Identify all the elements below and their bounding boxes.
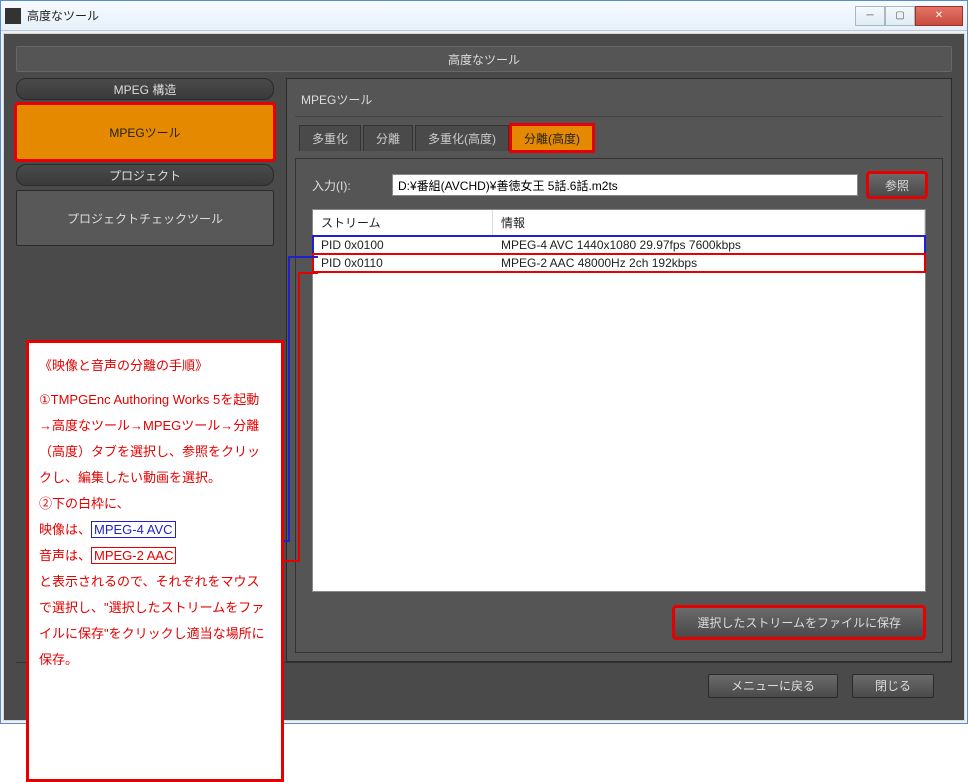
stream-row-video[interactable]: PID 0x0100 MPEG-4 AVC 1440x1080 29.97fps…: [313, 236, 925, 254]
instruction-audio-label: 音声は、: [39, 548, 91, 563]
tab-mux[interactable]: 多重化: [299, 125, 361, 151]
instruction-video-codec: MPEG-4 AVC: [91, 521, 176, 538]
close-button[interactable]: ✕: [915, 6, 963, 26]
main-panel: MPEGツール 多重化 分離 多重化(高度) 分離(高度) 入力(I): 参照: [286, 78, 952, 662]
panel-title: MPEGツール: [295, 87, 943, 117]
sidebar-item-mpeg-tool[interactable]: MPEGツール: [16, 104, 274, 160]
back-to-menu-button[interactable]: メニューに戻る: [708, 674, 838, 698]
save-stream-button[interactable]: 選択したストリームをファイルに保存: [674, 607, 924, 638]
tab-pane: 入力(I): 参照 ストリーム 情報 PID 0x0100 MPEG-4 AVC…: [295, 158, 943, 653]
maximize-button[interactable]: ▢: [885, 6, 915, 26]
sidebar-section-mpeg[interactable]: MPEG 構造: [16, 78, 274, 100]
instruction-video-label: 映像は、: [39, 522, 91, 537]
window-buttons: ─ ▢ ✕: [855, 6, 963, 26]
titlebar: 高度なツール ─ ▢ ✕: [1, 1, 967, 31]
tab-demux-adv[interactable]: 分離(高度): [511, 125, 593, 151]
instruction-video-line: 映像は、MPEG-4 AVC: [39, 517, 271, 543]
col-header-info: 情報: [493, 210, 925, 235]
tab-mux-adv[interactable]: 多重化(高度): [415, 125, 509, 151]
instruction-audio-codec: MPEG-2 AAC: [91, 547, 176, 564]
stream-row-video-info: MPEG-4 AVC 1440x1080 29.97fps 7600kbps: [493, 236, 925, 254]
inner-frame: 高度なツール MPEG 構造 MPEGツール プロジェクト プロジェクトチェック…: [3, 33, 965, 721]
input-label: 入力(I):: [312, 177, 382, 194]
app-icon: [5, 8, 21, 24]
window-title: 高度なツール: [27, 7, 855, 24]
sidebar-item-project-check[interactable]: プロジェクトチェックツール: [16, 190, 274, 246]
save-button-wrap: 選択したストリームをファイルに保存: [674, 607, 924, 638]
instruction-step2: ②下の白枠に、: [39, 491, 271, 517]
stream-row-audio-pid: PID 0x0110: [313, 254, 493, 272]
sidebar-section-project[interactable]: プロジェクト: [16, 164, 274, 186]
stream-row-audio-info: MPEG-2 AAC 48000Hz 2ch 192kbps: [493, 254, 925, 272]
stream-list: ストリーム 情報 PID 0x0100 MPEG-4 AVC 1440x1080…: [312, 209, 926, 592]
instruction-step3: と表示されるので、それぞれをマウスで選択し、"選択したストリームをファイルに保存…: [39, 569, 271, 673]
instruction-overlay: 《映像と音声の分離の手順》 ①TMPGEnc Authoring Works 5…: [26, 340, 284, 782]
col-header-stream: ストリーム: [313, 210, 493, 235]
footer-close-button[interactable]: 閉じる: [852, 674, 934, 698]
tab-demux[interactable]: 分離: [363, 125, 413, 151]
minimize-button[interactable]: ─: [855, 6, 885, 26]
instruction-audio-line: 音声は、MPEG-2 AAC: [39, 543, 271, 569]
input-path-field[interactable]: [392, 174, 858, 196]
page-header: 高度なツール: [16, 46, 952, 72]
instruction-title: 《映像と音声の分離の手順》: [39, 353, 271, 379]
stream-row-audio[interactable]: PID 0x0110 MPEG-2 AAC 48000Hz 2ch 192kbp…: [313, 254, 925, 272]
browse-button[interactable]: 参照: [868, 173, 926, 197]
app-window: 高度なツール ─ ▢ ✕ 高度なツール MPEG 構造 MPEGツール プロジェ…: [0, 0, 968, 724]
instruction-step1: ①TMPGEnc Authoring Works 5を起動→高度なツール→MPE…: [39, 387, 271, 491]
stream-row-video-pid: PID 0x0100: [313, 236, 493, 254]
stream-header: ストリーム 情報: [313, 210, 925, 236]
tabs: 多重化 分離 多重化(高度) 分離(高度): [295, 125, 943, 151]
body: MPEG 構造 MPEGツール プロジェクト プロジェクトチェックツール MPE…: [16, 78, 952, 662]
input-row: 入力(I): 参照: [312, 173, 926, 197]
